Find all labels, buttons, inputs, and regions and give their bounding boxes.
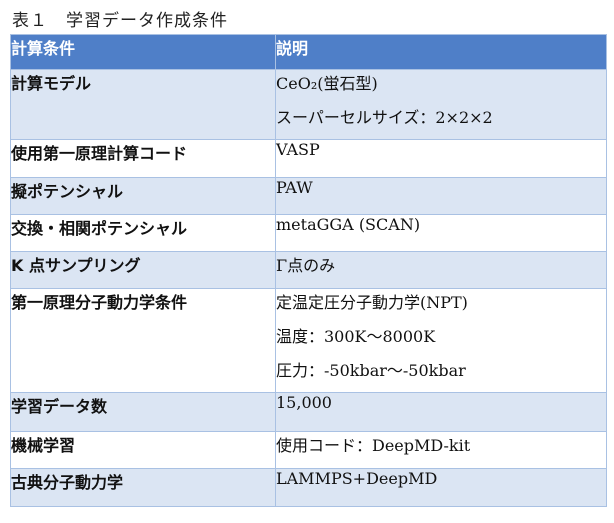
conditions-table: 計算条件 説明 計算モデル CeO₂(蛍石型) スーパーセルサイズ：2×2×2 … <box>10 34 607 507</box>
row-label: K 点サンプリング <box>10 251 276 289</box>
table-row: 古典分子動力学 LAMMPS+DeepMD <box>10 468 607 507</box>
value-line: 使用コード：DeepMD-kit <box>276 436 471 455</box>
table-row: 交換・相関ポテンシャル metaGGA (SCAN) <box>10 214 607 252</box>
table-row: 計算モデル CeO₂(蛍石型) スーパーセルサイズ：2×2×2 <box>10 69 607 140</box>
row-label: 古典分子動力学 <box>10 468 276 507</box>
row-value: 15,000 <box>275 392 607 432</box>
value-line: 15,000 <box>276 393 332 412</box>
row-label: 交換・相関ポテンシャル <box>10 214 276 252</box>
value-line: 定温定圧分子動力学(NPT) <box>276 293 468 312</box>
table-row: 擬ポテンシャル PAW <box>10 177 607 215</box>
row-label: 機械学習 <box>10 431 276 469</box>
value-line: 温度：300K～8000K <box>276 327 436 346</box>
row-label: 第一原理分子動力学条件 <box>10 288 276 393</box>
table-row: 使用第一原理計算コード VASP <box>10 139 607 178</box>
value-line: metaGGA (SCAN) <box>276 215 421 234</box>
table-row: 学習データ数 15,000 <box>10 392 607 432</box>
value-line: PAW <box>276 178 313 197</box>
row-value: VASP <box>275 139 607 178</box>
row-value: CeO₂(蛍石型) スーパーセルサイズ：2×2×2 <box>275 69 607 140</box>
value-line: Γ点のみ <box>276 256 336 275</box>
table-caption: 表１ 学習データ作成条件 <box>12 11 228 31</box>
row-value: 使用コード：DeepMD-kit <box>275 431 607 469</box>
value-line: スーパーセルサイズ：2×2×2 <box>276 108 493 127</box>
row-value: metaGGA (SCAN) <box>275 214 607 252</box>
row-label: 擬ポテンシャル <box>10 177 276 215</box>
row-value: PAW <box>275 177 607 215</box>
value-line: VASP <box>276 140 320 159</box>
value-line: LAMMPS+DeepMD <box>276 469 438 488</box>
header-calc-condition: 計算条件 <box>10 34 276 70</box>
value-line: CeO₂(蛍石型) <box>276 74 378 93</box>
row-value: LAMMPS+DeepMD <box>275 468 607 507</box>
header-description: 説明 <box>275 34 607 70</box>
table-row: 第一原理分子動力学条件 定温定圧分子動力学(NPT) 温度：300K～8000K… <box>10 288 607 393</box>
row-value: Γ点のみ <box>275 251 607 289</box>
value-line: 圧力：-50kbar～-50kbar <box>276 361 466 380</box>
table-header-row: 計算条件 説明 <box>10 34 607 70</box>
row-value: 定温定圧分子動力学(NPT) 温度：300K～8000K 圧力：-50kbar～… <box>275 288 607 393</box>
table-row: K 点サンプリング Γ点のみ <box>10 251 607 289</box>
row-label: 計算モデル <box>10 69 276 140</box>
row-label: 学習データ数 <box>10 392 276 432</box>
table-row: 機械学習 使用コード：DeepMD-kit <box>10 431 607 469</box>
row-label: 使用第一原理計算コード <box>10 139 276 178</box>
